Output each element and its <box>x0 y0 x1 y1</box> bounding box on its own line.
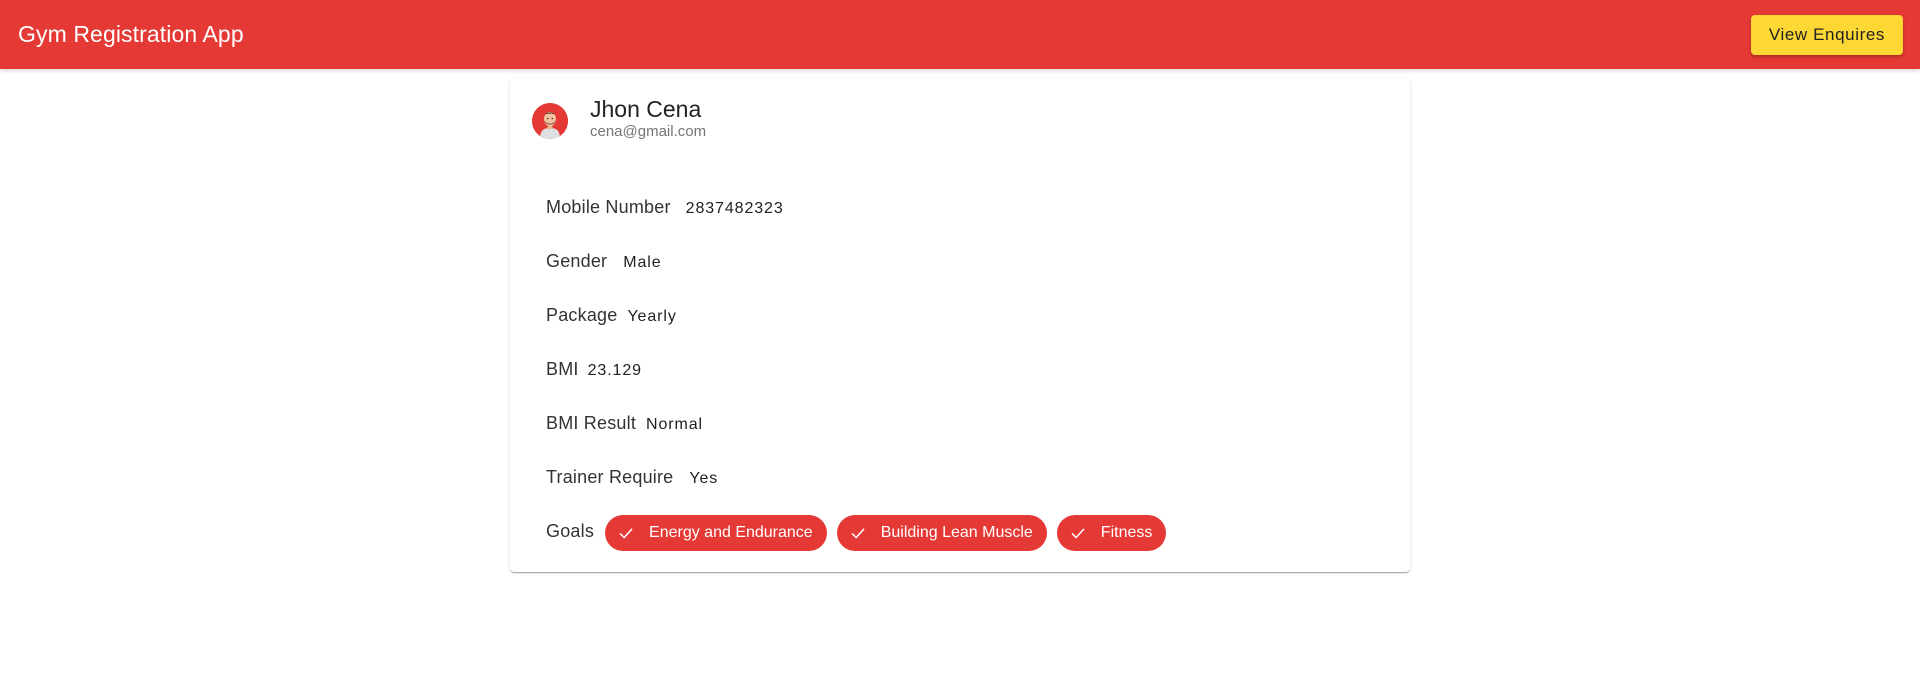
details-list: Mobile Number 2837482323 Gender Male Pac… <box>546 180 1176 558</box>
registration-details-card: Jhon Cena cena@gmail.com Mobile Number 2… <box>510 78 1410 572</box>
bmi-result-label: BMI Result <box>546 412 637 433</box>
bmi-result-value: Normal <box>646 415 703 433</box>
detail-row-bmi-result: BMI Result Normal <box>546 396 1176 450</box>
detail-row-bmi: BMI 23.129 <box>546 342 1176 396</box>
user-name: Jhon Cena <box>590 96 702 122</box>
mobile-value: 2837482323 <box>685 199 784 217</box>
goal-chip[interactable]: Energy and Endurance <box>605 514 827 551</box>
goal-chip[interactable]: Building Lean Muscle <box>836 514 1047 551</box>
goal-chip-label: Energy and Endurance <box>649 523 813 541</box>
trainer-label: Trainer Require <box>546 466 674 487</box>
check-icon <box>851 527 865 539</box>
detail-row-gender: Gender Male <box>546 234 1176 288</box>
goal-chip-label: Fitness <box>1100 523 1153 541</box>
user-avatar-icon <box>532 102 568 139</box>
detail-row-trainer: Trainer Require Yes <box>546 450 1176 504</box>
check-icon <box>1071 527 1085 539</box>
goals-chip-list: Energy and Endurance Building Lean Muscl… <box>605 514 1176 551</box>
bmi-label: BMI <box>546 358 579 379</box>
goal-chip[interactable]: Fitness <box>1056 514 1167 551</box>
app-title: Gym Registration App <box>18 21 244 47</box>
detail-row-mobile: Mobile Number 2837482323 <box>546 180 1176 234</box>
app-toolbar: Gym Registration App View Enquires <box>0 0 1920 69</box>
goals-label: Goals <box>546 520 595 541</box>
view-enquires-button[interactable]: View Enquires <box>1750 14 1903 55</box>
goal-chip-label: Building Lean Muscle <box>880 523 1033 541</box>
mobile-label: Mobile Number <box>546 196 671 217</box>
trainer-value: Yes <box>689 469 719 487</box>
gender-value: Male <box>623 253 662 271</box>
user-identity: Jhon Cena cena@gmail.com <box>590 96 706 141</box>
user-email: cena@gmail.com <box>590 123 707 140</box>
card-header: Jhon Cena cena@gmail.com <box>532 96 706 141</box>
detail-row-package: Package Yearly <box>546 288 1176 342</box>
gender-label: Gender <box>546 250 608 271</box>
package-label: Package <box>546 304 618 325</box>
check-icon <box>619 527 633 539</box>
detail-row-goals: Goals Energy and Endurance Building Lean… <box>546 504 1176 558</box>
package-value: Yearly <box>627 307 677 325</box>
bmi-value: 23.129 <box>587 361 642 379</box>
